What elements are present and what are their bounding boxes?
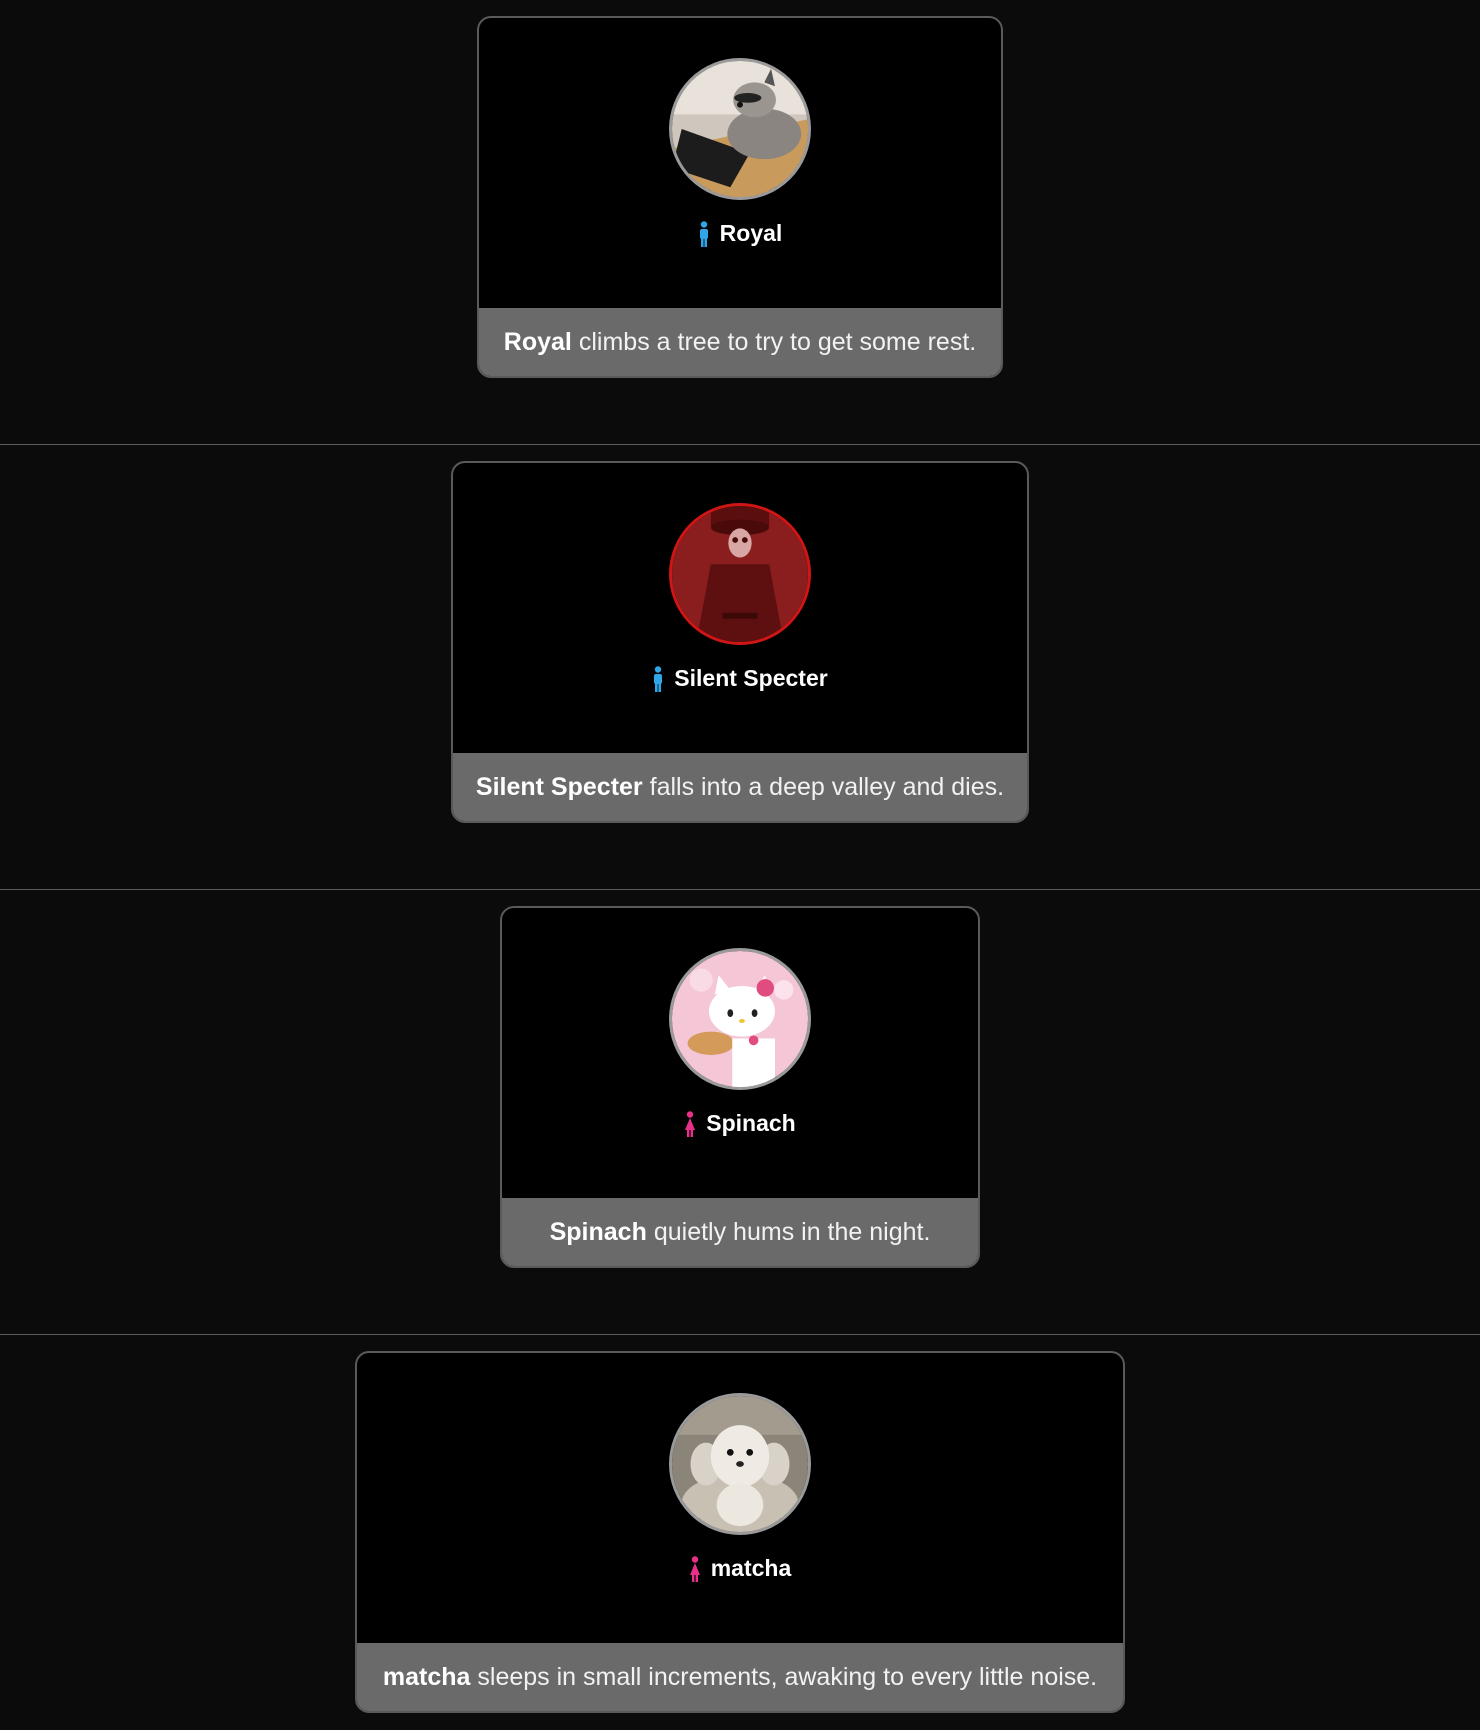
event-section: Spinach Spinach quietly hums in the nigh…: [0, 890, 1480, 1335]
event-section: matcha matcha sleeps in small increments…: [0, 1335, 1480, 1730]
tribute-header: Spinach: [502, 908, 978, 1198]
female-icon: [689, 1555, 700, 1582]
kitty-avatar-image: [672, 951, 808, 1087]
tribute-name: Spinach: [706, 1110, 796, 1136]
tribute-name-row: matcha: [689, 1555, 792, 1582]
tribute-header: Silent Specter: [453, 463, 1027, 753]
event-section: Royal Royal climbs a tree to try to get …: [0, 0, 1480, 445]
male-icon: [699, 220, 708, 247]
caption-subject: Royal: [503, 327, 572, 356]
event-feed: Royal Royal climbs a tree to try to get …: [0, 0, 1480, 1730]
specter-avatar-image: [672, 506, 808, 642]
caption-subject: Spinach: [549, 1217, 647, 1246]
female-icon: [685, 1110, 696, 1137]
event-caption: Silent Specter falls into a deep valley …: [453, 753, 1027, 821]
event-card: Spinach Spinach quietly hums in the nigh…: [500, 906, 980, 1268]
avatar: [669, 58, 811, 200]
raccoon-avatar-image: [672, 61, 808, 197]
tribute-name-row: Royal: [698, 220, 783, 247]
caption-subject: matcha: [382, 1662, 471, 1691]
tribute-header: Royal: [479, 18, 1001, 308]
event-card: matcha matcha sleeps in small increments…: [355, 1351, 1125, 1713]
event-card: Royal Royal climbs a tree to try to get …: [477, 16, 1003, 378]
event-caption: Royal climbs a tree to try to get some r…: [479, 308, 1001, 376]
event-caption: matcha sleeps in small increments, awaki…: [357, 1643, 1123, 1711]
caption-action: sleeps in small increments, awaking to e…: [477, 1662, 1098, 1691]
tribute-header: matcha: [357, 1353, 1123, 1643]
avatar-dead: [669, 503, 811, 645]
tribute-name-row: Silent Specter: [652, 665, 828, 692]
tribute-name: matcha: [710, 1555, 792, 1581]
caption-action: falls into a deep valley and dies.: [649, 772, 1005, 801]
event-section: Silent Specter Silent Specter falls into…: [0, 445, 1480, 890]
avatar: [669, 1393, 811, 1535]
male-icon: [654, 665, 663, 692]
tribute-name: Silent Specter: [674, 665, 828, 691]
tribute-name-row: Spinach: [684, 1110, 796, 1137]
event-caption: Spinach quietly hums in the night.: [502, 1198, 978, 1266]
caption-action: quietly hums in the night.: [653, 1217, 931, 1246]
caption-action: climbs a tree to try to get some rest.: [578, 327, 977, 356]
avatar: [669, 948, 811, 1090]
event-card: Silent Specter Silent Specter falls into…: [451, 461, 1029, 823]
caption-subject: Silent Specter: [475, 772, 643, 801]
puppy-avatar-image: [672, 1396, 808, 1532]
tribute-name: Royal: [719, 220, 783, 246]
